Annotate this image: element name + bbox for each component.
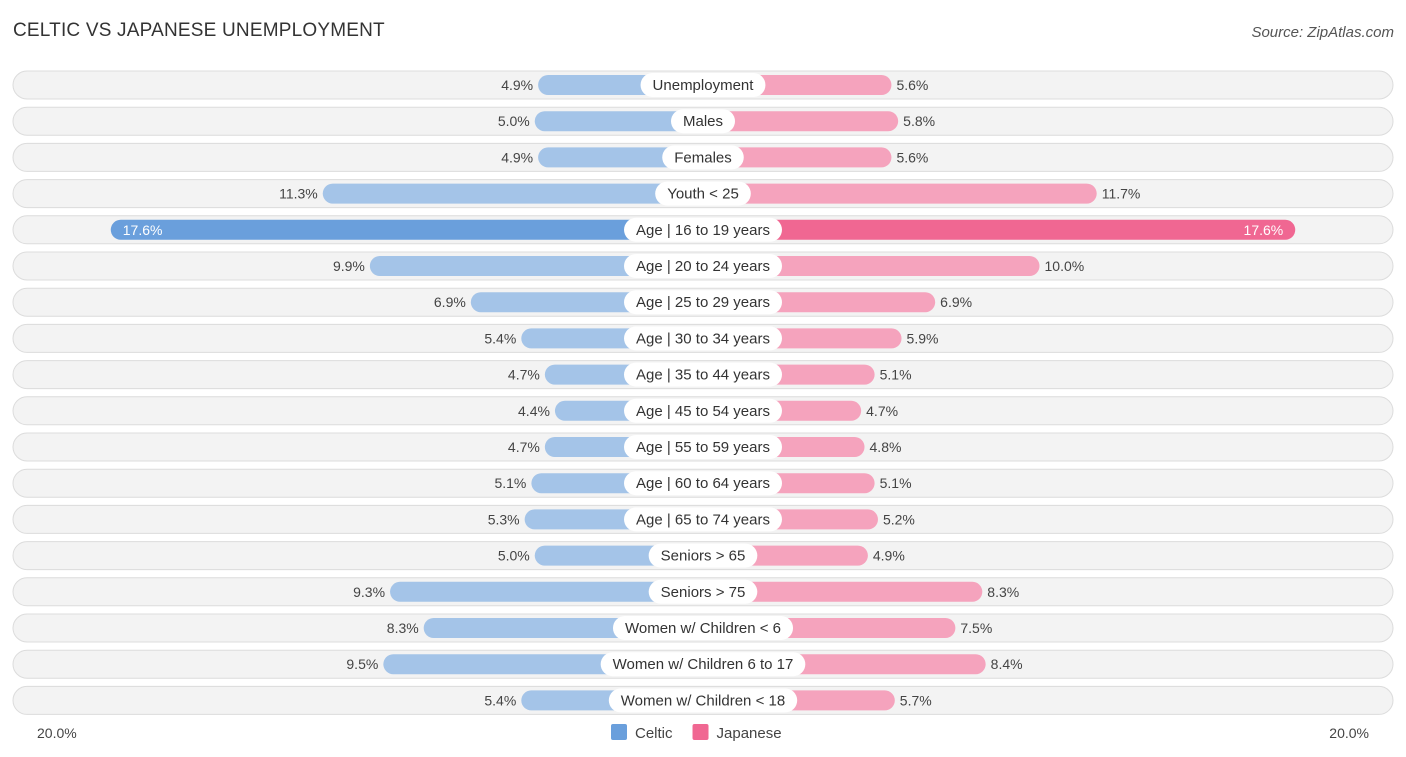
value-label-celtic: 9.9% [333,258,365,274]
chart-row: 5.4% 5.9% Age | 30 to 34 years [12,323,1394,353]
chart-row: 8.3% 7.5% Women w/ Children < 6 [12,613,1394,643]
value-label-celtic: 5.4% [484,330,516,346]
value-label-japanese: 5.7% [900,692,932,708]
value-label-celtic: 5.0% [498,113,530,129]
chart-row: 5.4% 5.7% Women w/ Children < 18 [12,685,1394,715]
value-label-celtic: 5.3% [488,511,520,527]
value-label-celtic: 5.4% [484,692,516,708]
category-label: Age | 16 to 19 years [636,222,770,239]
chart-row: 5.1% 5.1% Age | 60 to 64 years [12,468,1394,498]
chart-row: 4.7% 5.1% Age | 35 to 44 years [12,360,1394,390]
chart-row: 5.0% 5.8% Males [12,106,1394,136]
diverging-bar-chart: 4.9% 5.6% Unemployment 5.0% 5.8% Males 4.9% 5.6… [12,70,1394,742]
value-label-japanese: 4.7% [866,403,898,419]
value-label-japanese: 10.0% [1045,258,1085,274]
value-label-celtic: 4.9% [501,77,533,93]
value-label-japanese: 5.1% [880,475,912,491]
legend-swatch [611,724,627,740]
chart-row: 9.3% 8.3% Seniors > 75 [12,577,1394,607]
category-label: Females [674,149,732,166]
value-label-japanese: 8.4% [991,656,1023,672]
value-label-japanese: 8.3% [987,584,1019,600]
chart-row: 9.9% 10.0% Age | 20 to 24 years [12,251,1394,281]
category-label: Seniors > 65 [661,548,746,565]
chart-row: 9.5% 8.4% Women w/ Children 6 to 17 [12,649,1394,679]
category-label: Seniors > 75 [661,584,746,601]
chart-row: 4.7% 4.8% Age | 55 to 59 years [12,432,1394,462]
category-label: Age | 65 to 74 years [636,511,770,528]
value-label-japanese: 7.5% [960,620,992,636]
value-label-celtic: 9.3% [353,584,385,600]
category-label: Age | 60 to 64 years [636,475,770,492]
category-label: Age | 25 to 29 years [636,294,770,311]
value-label-japanese: 5.6% [896,149,928,165]
category-label: Age | 30 to 34 years [636,330,770,347]
bar-celtic[interactable] [110,219,713,240]
axis-label-left: 20.0% [37,725,77,741]
category-label: Age | 45 to 54 years [636,403,770,420]
legend-swatch [692,724,709,740]
chart-row: 17.6% 17.6% Age | 16 to 19 years [12,215,1394,245]
value-label-japanese: 4.9% [873,548,905,564]
value-label-japanese: 5.1% [880,367,912,383]
value-label-japanese: 11.7% [1102,186,1141,202]
value-label-japanese: 5.6% [896,77,928,93]
legend: Celtic Japanese [611,724,782,742]
value-label-japanese: 5.9% [907,330,939,346]
chart-row: 11.3% 11.7% Youth < 25 [12,179,1394,209]
value-label-celtic: 11.3% [279,186,318,202]
chart-row: 5.3% 5.2% Age | 65 to 74 years [12,504,1394,534]
value-label-japanese: 6.9% [940,294,972,310]
chart-row: 6.9% 6.9% Age | 25 to 29 years [12,287,1394,317]
value-label-japanese: 5.8% [903,113,935,129]
value-label-celtic: 9.5% [346,656,378,672]
value-label-celtic: 4.4% [518,403,550,419]
legend-item-celtic[interactable]: Celtic [611,724,673,742]
bar-celtic[interactable] [322,183,713,204]
value-label-japanese: 4.8% [870,439,902,455]
value-label-celtic: 4.9% [501,149,533,165]
chart-row: 4.4% 4.7% Age | 45 to 54 years [12,396,1394,426]
category-label: Age | 35 to 44 years [636,367,770,384]
value-label-celtic: 5.0% [498,548,530,564]
chart-row: 4.9% 5.6% Unemployment [12,70,1394,100]
value-label-celtic: 6.9% [434,294,466,310]
category-label: Unemployment [653,77,755,94]
value-label-japanese: 5.2% [883,511,915,527]
bar-japanese[interactable] [693,219,1296,240]
value-label-celtic: 17.6% [123,222,163,238]
chart-row: 4.9% 5.6% Females [12,142,1394,172]
value-label-celtic: 4.7% [508,439,540,455]
value-label-japanese: 17.6% [1244,222,1284,238]
value-label-celtic: 5.1% [494,475,526,491]
value-label-celtic: 8.3% [387,620,419,636]
legend-item-japanese[interactable]: Japanese [692,724,782,742]
chart-rows: 4.9% 5.6% Unemployment 5.0% 5.8% Males 4.9% 5.6… [12,70,1394,715]
category-label: Women w/ Children 6 to 17 [613,656,794,673]
category-label: Age | 55 to 59 years [636,439,770,456]
axis-label-right: 20.0% [1329,725,1369,741]
category-label: Women w/ Children < 6 [625,620,781,637]
category-label: Women w/ Children < 18 [621,692,785,709]
category-label: Age | 20 to 24 years [636,258,770,275]
chart-row: 5.0% 4.9% Seniors > 65 [12,541,1394,571]
bar-japanese[interactable] [693,183,1097,204]
category-label: Youth < 25 [667,186,739,203]
category-label: Males [683,113,723,130]
legend-label: Japanese [717,725,782,742]
value-label-celtic: 4.7% [508,367,540,383]
legend-label: Celtic [635,725,673,742]
